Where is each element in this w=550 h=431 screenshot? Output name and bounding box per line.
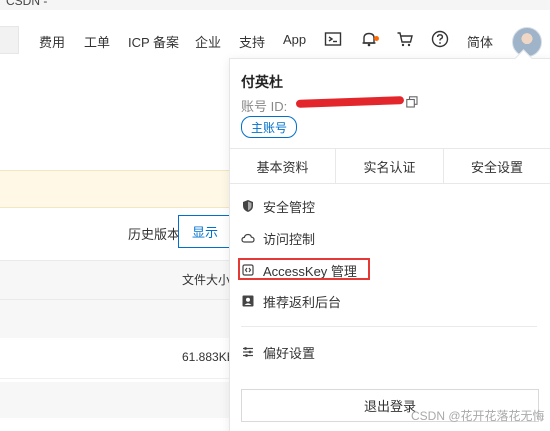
menu-item-referral[interactable]: 推荐返利后台 xyxy=(241,289,341,313)
column-header-file-size: 文件大小 xyxy=(182,273,231,287)
account-id-label: 账号 ID: xyxy=(241,99,288,114)
user-card-icon xyxy=(242,295,254,307)
browser-tab-strip: CSDN - xyxy=(0,0,550,10)
menu-divider xyxy=(241,326,537,327)
cloud-icon xyxy=(241,233,255,243)
notice-banner xyxy=(0,170,230,208)
copy-icon[interactable] xyxy=(406,96,418,108)
nav-item-support[interactable]: 支持 xyxy=(239,32,265,51)
cart-icon[interactable] xyxy=(396,30,414,48)
table-row xyxy=(0,382,230,418)
help-icon[interactable] xyxy=(431,30,449,48)
shield-icon xyxy=(243,200,253,212)
show-button[interactable]: 显示 xyxy=(178,215,232,248)
nav-item-enterprise[interactable]: 企业 xyxy=(195,32,221,51)
menu-item-label: 偏好设置 xyxy=(263,345,316,361)
tab-real-name[interactable]: 实名认证 xyxy=(336,149,443,183)
highlight-annotation xyxy=(238,258,370,280)
account-type-badge: 主账号 xyxy=(241,116,297,138)
tab-basic-info[interactable]: 基本资料 xyxy=(230,149,335,183)
user-name: 付英杜 xyxy=(241,74,283,90)
nav-item-icp[interactable]: ICP 备案 xyxy=(128,32,179,51)
terminal-icon[interactable] xyxy=(324,30,342,48)
notification-dot xyxy=(374,36,379,41)
tab-title: CSDN - xyxy=(6,0,48,8)
content-area xyxy=(0,66,230,166)
search-box-edge[interactable] xyxy=(0,26,19,54)
history-version-label: 历史版本 xyxy=(128,227,181,242)
nav-item-tickets[interactable]: 工单 xyxy=(84,32,110,51)
nav-item-app[interactable]: App xyxy=(283,32,306,47)
menu-item-label: 推荐返利后台 xyxy=(263,294,342,310)
file-size-cell: 61.883KB xyxy=(182,350,235,364)
tab-security-settings[interactable]: 安全设置 xyxy=(444,149,550,183)
watermark: CSDN @花开花落花无悔 xyxy=(411,409,545,423)
sliders-icon xyxy=(243,347,253,357)
console-page: CSDN - 费用 工单 ICP 备案 企业 支持 App 简体 历史版本 显示… xyxy=(0,0,550,431)
account-tabs: 基本资料 实名认证 安全设置 xyxy=(230,148,550,184)
menu-item-security-control[interactable]: 安全管控 xyxy=(241,194,315,218)
menu-item-preferences[interactable]: 偏好设置 xyxy=(241,340,315,364)
menu-item-access-control[interactable]: 访问控制 xyxy=(241,226,315,250)
nav-item-billing[interactable]: 费用 xyxy=(39,32,65,51)
table-row xyxy=(0,300,230,338)
menu-item-label: 安全管控 xyxy=(263,199,316,215)
language-switch[interactable]: 简体 xyxy=(467,32,493,51)
menu-item-label: 访问控制 xyxy=(263,231,316,247)
